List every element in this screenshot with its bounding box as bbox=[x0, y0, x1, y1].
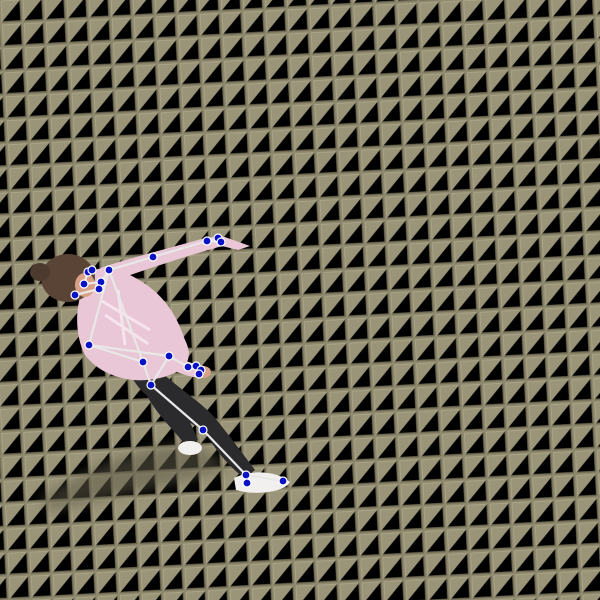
keypoint bbox=[79, 279, 89, 289]
keypoint bbox=[148, 252, 158, 262]
hair-bun bbox=[30, 263, 50, 281]
keypoint bbox=[138, 357, 148, 367]
keypoint bbox=[94, 284, 104, 294]
photo-scene bbox=[0, 0, 600, 600]
keypoint bbox=[146, 380, 156, 390]
keypoint bbox=[216, 237, 226, 247]
keypoint bbox=[242, 478, 252, 488]
keypoint bbox=[164, 351, 174, 361]
keypoint bbox=[194, 369, 204, 379]
keypoint bbox=[70, 290, 80, 300]
keypoint bbox=[278, 476, 288, 486]
keypoint bbox=[183, 362, 193, 372]
keypoint bbox=[84, 340, 94, 350]
keypoint bbox=[241, 470, 251, 480]
keypoint bbox=[104, 265, 114, 275]
keypoint bbox=[198, 425, 208, 435]
keypoint bbox=[87, 265, 97, 275]
keypoint bbox=[202, 236, 212, 246]
back-shoe bbox=[178, 441, 202, 455]
